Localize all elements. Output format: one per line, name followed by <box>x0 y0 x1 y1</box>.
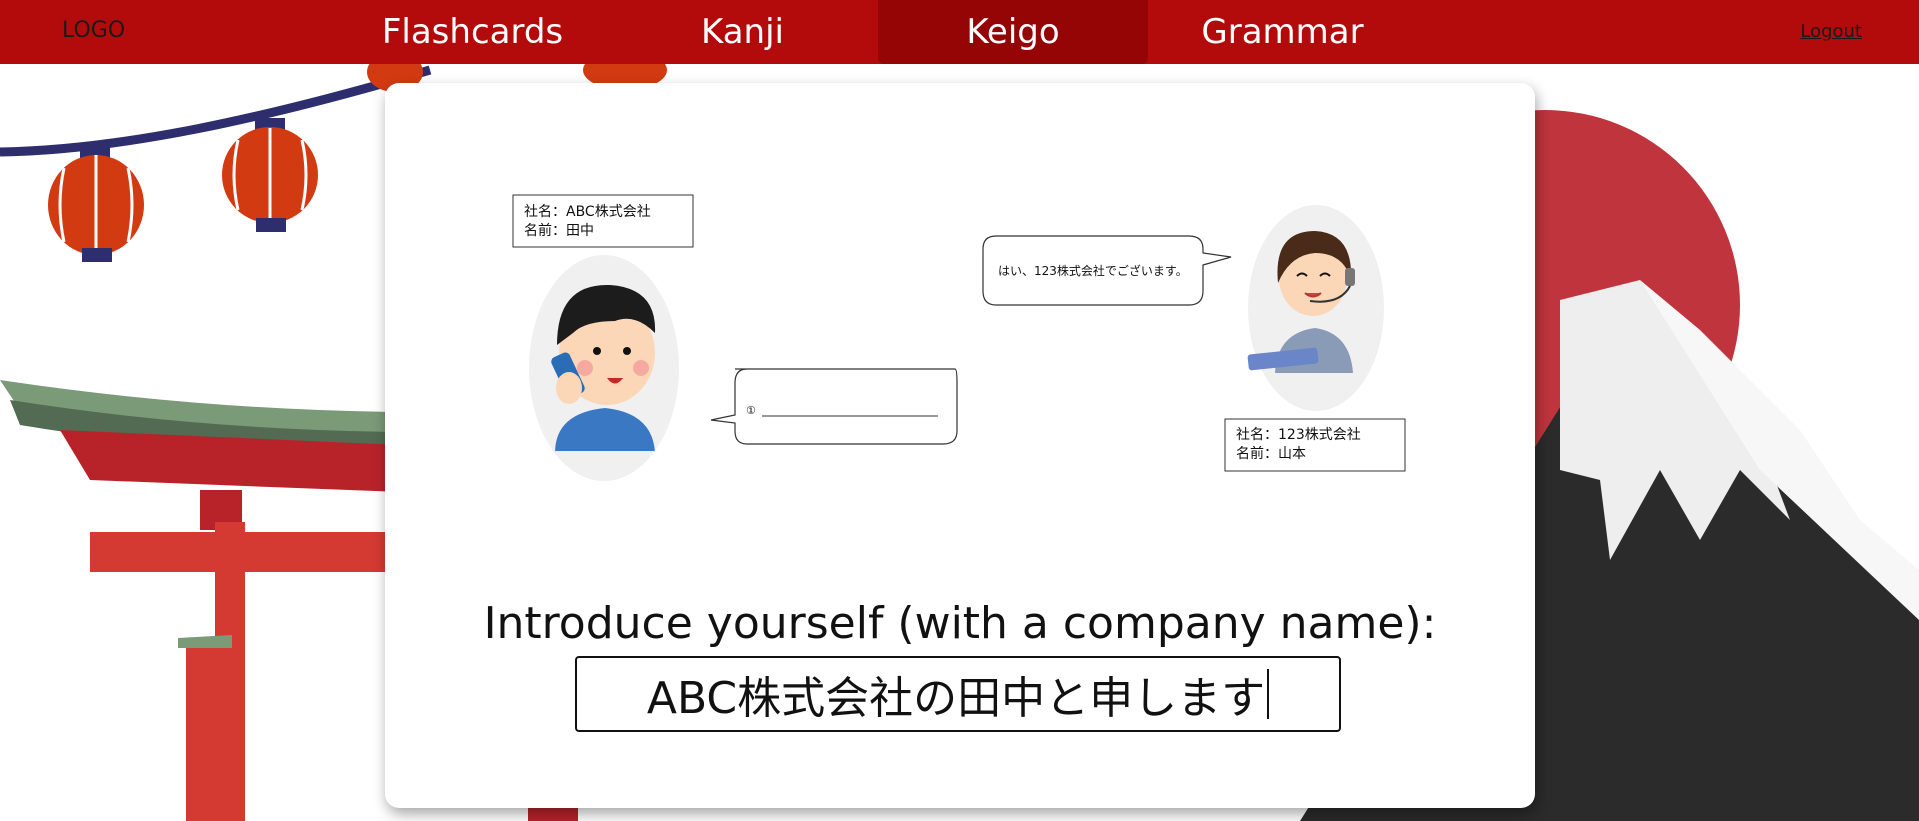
caller-avatar-icon <box>529 255 679 481</box>
logout-link[interactable]: Logout <box>1800 21 1862 42</box>
caller-info-box: 社名：ABC株式会社 名前：田中 <box>512 194 694 248</box>
tab-keigo[interactable]: Keigo <box>878 0 1148 64</box>
caller-company: 社名：ABC株式会社 <box>524 204 651 220</box>
caller-name: 名前：田中 <box>524 222 594 239</box>
receptionist-avatar-icon <box>1247 205 1384 411</box>
receiver-company: 社名：123株式会社 <box>1236 427 1361 443</box>
caller-speech-bubble: ① <box>710 368 958 445</box>
exercise-card: 社名：ABC株式会社 名前：田中 ① はい、123株式会社でございます。 社名：… <box>385 83 1535 808</box>
answer-text: ABC株式会社の田中と申します <box>646 673 1266 724</box>
logo[interactable]: LOGO <box>62 18 125 43</box>
text-caret <box>1267 669 1270 719</box>
receiver-speech-text: はい、123株式会社でございます。 <box>998 263 1188 278</box>
receiver-speech-bubble: はい、123株式会社でございます。 <box>982 235 1232 306</box>
tab-kanji[interactable]: Kanji <box>635 0 850 64</box>
caller-speech-marker: ① <box>746 404 756 417</box>
tab-flashcards[interactable]: Flashcards <box>365 0 580 64</box>
phone-call-illustration: 社名：ABC株式会社 名前：田中 ① はい、123株式会社でございます。 社名：… <box>512 194 1406 481</box>
exercise-prompt: Introduce yourself (with a company name)… <box>483 598 1437 649</box>
top-navbar: LOGO Flashcards Kanji Keigo Grammar Logo… <box>0 0 1919 64</box>
tab-grammar[interactable]: Grammar <box>1175 0 1390 64</box>
receiver-info-box: 社名：123株式会社 名前：山本 <box>1224 418 1406 472</box>
answer-input[interactable]: ABC株式会社の田中と申します <box>575 656 1341 732</box>
receiver-name: 名前：山本 <box>1236 445 1306 462</box>
